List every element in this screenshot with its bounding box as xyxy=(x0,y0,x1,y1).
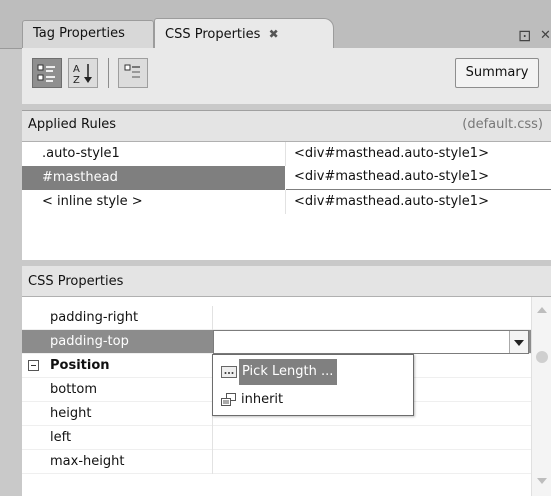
value-dropdown-list: Pick Length ... inherit xyxy=(212,354,414,416)
pin-icon[interactable]: ⊡ xyxy=(518,26,531,45)
scroll-up-icon[interactable] xyxy=(537,307,547,313)
applied-rules-title: Applied Rules xyxy=(28,117,117,132)
chevron-down-icon[interactable] xyxy=(509,331,528,353)
rule-selector: .auto-style1 xyxy=(42,146,120,161)
property-name: bottom xyxy=(50,382,98,397)
column-divider xyxy=(285,142,286,166)
properties-scrollbar[interactable] xyxy=(531,297,551,496)
set-properties-icon xyxy=(124,64,140,78)
window-close-icon[interactable]: ✕ xyxy=(540,28,551,43)
property-row[interactable]: max-height xyxy=(22,450,531,474)
dropdown-item-label: inherit xyxy=(241,392,284,407)
categorized-view-button[interactable] xyxy=(32,58,62,88)
tab-css-properties-label: CSS Properties xyxy=(165,27,261,42)
rule-selector: #masthead xyxy=(42,170,118,185)
property-name: padding-top xyxy=(50,334,129,349)
close-tab-icon[interactable]: ✖ xyxy=(269,27,279,41)
sort-alphabetical-button[interactable]: A Z xyxy=(68,58,98,88)
property-name: left xyxy=(50,430,72,445)
column-divider xyxy=(212,450,213,474)
collapse-icon[interactable] xyxy=(28,360,39,371)
property-value-dropdown[interactable] xyxy=(213,330,529,354)
column-divider xyxy=(285,190,286,214)
sort-az-icon: A Z xyxy=(73,64,92,86)
dropdown-item-pick-length[interactable]: Pick Length ... xyxy=(217,359,409,385)
property-name: padding-right xyxy=(50,310,139,325)
tab-css-properties[interactable]: CSS Properties ✖ xyxy=(154,18,334,48)
svg-text:A: A xyxy=(73,64,80,75)
column-divider xyxy=(212,426,213,450)
toolbar: A Z Summary xyxy=(22,48,551,104)
scroll-down-icon[interactable] xyxy=(537,478,547,484)
dropdown-item-inherit[interactable]: inherit xyxy=(217,387,409,413)
category-name: Position xyxy=(50,358,110,373)
tab-tag-properties-label: Tag Properties xyxy=(33,26,125,41)
rule-element: <div#masthead.auto-style1> xyxy=(294,169,489,184)
property-name: max-height xyxy=(50,454,125,469)
summary-button[interactable]: Summary xyxy=(455,58,539,88)
property-name: height xyxy=(50,406,92,421)
applied-rules-header: Applied Rules (default.css) xyxy=(22,111,551,142)
css-properties-header: CSS Properties xyxy=(22,266,551,297)
css-properties-title: CSS Properties xyxy=(28,274,124,289)
property-row-selected[interactable]: padding-top xyxy=(22,330,531,354)
scroll-thumb[interactable] xyxy=(536,351,548,363)
toolbar-separator xyxy=(108,58,109,88)
rule-element: <div#masthead.auto-style1> xyxy=(294,194,489,209)
rule-row[interactable]: .auto-style1 <div#masthead.auto-style1> xyxy=(22,142,551,166)
rule-selector: < inline style > xyxy=(42,194,143,209)
tab-tag-properties[interactable]: Tag Properties xyxy=(22,20,154,48)
rule-element: <div#masthead.auto-style1> xyxy=(294,146,489,161)
categorized-view-icon xyxy=(37,64,55,82)
dropdown-item-label: Pick Length ... xyxy=(239,359,338,385)
show-set-properties-button[interactable] xyxy=(118,58,148,88)
property-row[interactable]: left xyxy=(22,426,531,450)
inherit-icon xyxy=(221,393,236,406)
applied-rules-file[interactable]: (default.css) xyxy=(462,117,543,132)
column-divider xyxy=(212,306,213,330)
tab-bar: Tag Properties CSS Properties ✖ ⊡ ✕ xyxy=(0,0,551,49)
svg-text:Z: Z xyxy=(73,75,80,86)
ellipsis-button-icon xyxy=(221,366,237,378)
property-row[interactable]: padding-right xyxy=(22,306,531,330)
rule-row[interactable]: < inline style > <div#masthead.auto-styl… xyxy=(22,190,551,214)
